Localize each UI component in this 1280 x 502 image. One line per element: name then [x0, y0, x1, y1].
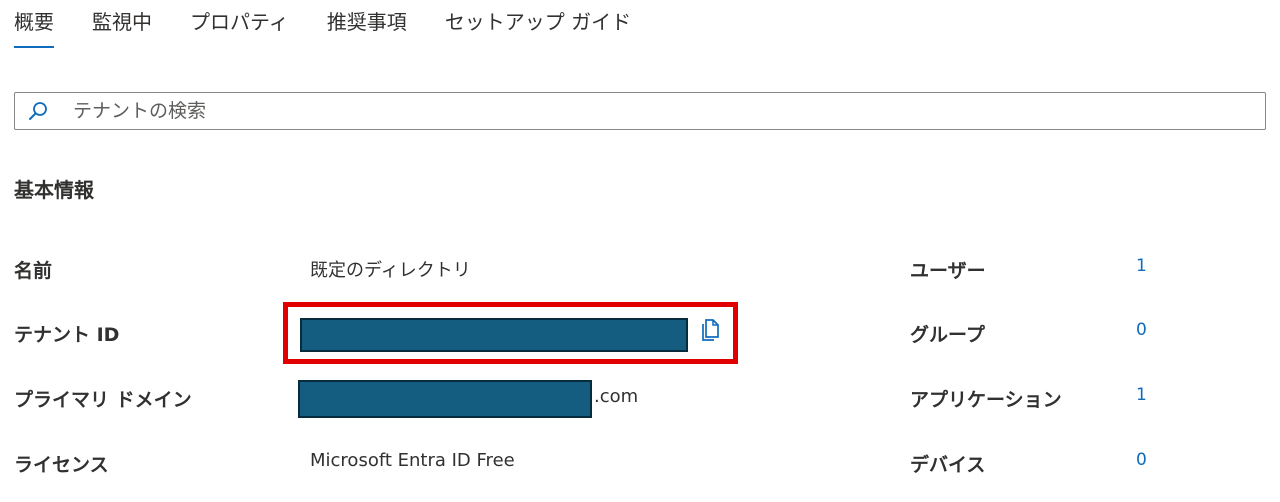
users-label: ユーザー — [910, 260, 986, 282]
copy-tenant-id-button[interactable] — [697, 318, 723, 346]
license-value: Microsoft Entra ID Free — [310, 450, 515, 471]
overview-tabs: 概要 監視中 プロパティ 推奨事項 セットアップ ガイド — [14, 8, 631, 48]
search-icon — [15, 93, 61, 129]
tab-overview[interactable]: 概要 — [14, 8, 54, 48]
devices-label: デバイス — [910, 454, 986, 476]
license-label: ライセンス — [14, 454, 109, 476]
tenant-id-label: テナント ID — [14, 324, 120, 346]
tenant-id-redaction — [300, 318, 688, 352]
tenant-search-input[interactable] — [61, 94, 1241, 128]
applications-label: アプリケーション — [910, 389, 1062, 411]
name-value: 既定のディレクトリ — [310, 260, 471, 281]
name-label: 名前 — [14, 260, 53, 282]
groups-label: グループ — [910, 324, 985, 346]
primary-domain-suffix: .com — [594, 386, 639, 407]
tab-recommendations[interactable]: 推奨事項 — [327, 8, 407, 48]
primary-domain-label: プライマリ ドメイン — [14, 389, 192, 411]
tab-monitoring[interactable]: 監視中 — [92, 8, 152, 48]
applications-count-link[interactable]: 1 — [1136, 385, 1147, 405]
tenant-search-box[interactable] — [14, 92, 1266, 130]
devices-count-link[interactable]: 0 — [1136, 450, 1147, 470]
primary-domain-redaction — [298, 380, 592, 418]
users-count-link[interactable]: 1 — [1136, 256, 1147, 276]
tab-properties[interactable]: プロパティ — [190, 8, 289, 48]
groups-count-link[interactable]: 0 — [1136, 320, 1147, 340]
tenant-overview-page: 概要 監視中 プロパティ 推奨事項 セットアップ ガイド 基本情報 名前 テナン… — [0, 0, 1280, 502]
tab-setup-guide[interactable]: セットアップ ガイド — [445, 8, 631, 48]
copy-icon — [699, 318, 721, 346]
basic-info-title: 基本情報 — [14, 178, 94, 202]
